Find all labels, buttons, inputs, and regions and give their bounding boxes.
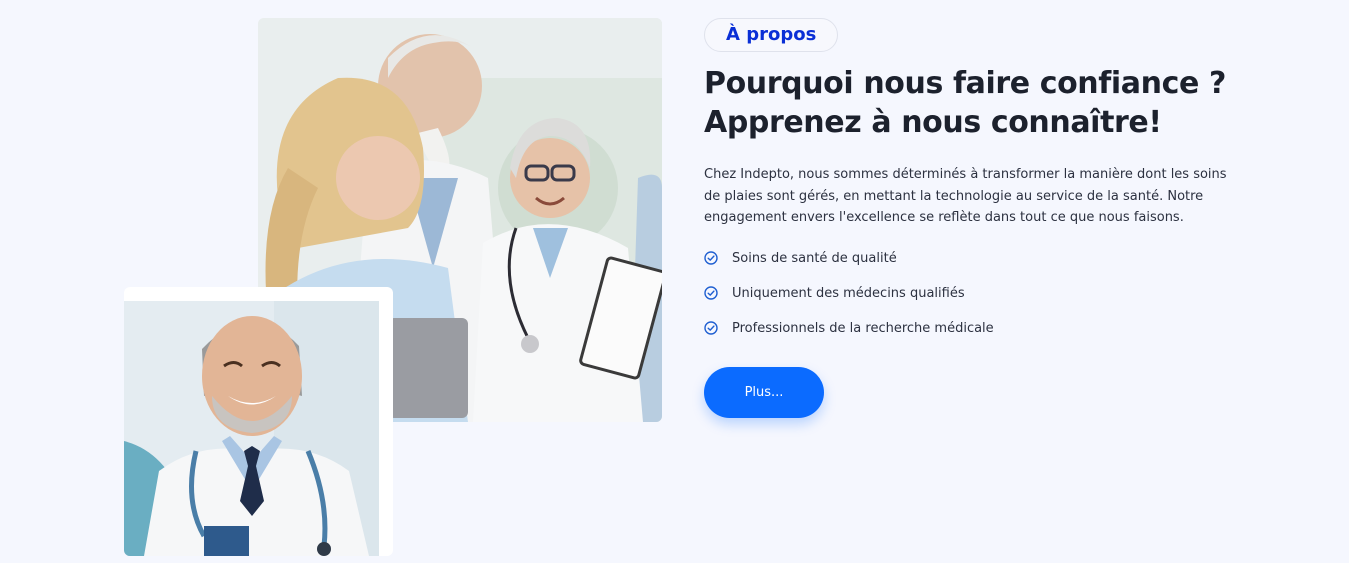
feature-item: Uniquement des médecins qualifiés <box>704 276 1244 311</box>
title-line-2: Apprenez à nous connaître! <box>704 105 1162 140</box>
feature-label: Professionnels de la recherche médicale <box>732 320 994 336</box>
feature-label: Soins de santé de qualité <box>732 250 897 266</box>
feature-item: Professionnels de la recherche médicale <box>704 311 1244 346</box>
section-title: Pourquoi nous faire confiance ? Apprenez… <box>704 64 1244 142</box>
doctor-portrait-frame <box>124 287 393 556</box>
feature-label: Uniquement des médecins qualifiés <box>732 285 965 301</box>
about-section: À propos Pourquoi nous faire confiance ?… <box>0 0 1349 563</box>
feature-item: Soins de santé de qualité <box>704 241 1244 276</box>
section-badge: À propos <box>704 18 839 52</box>
title-line-1: Pourquoi nous faire confiance ? <box>704 66 1226 101</box>
more-button[interactable]: Plus... <box>704 366 824 418</box>
section-description: Chez Indepto, nous sommes déterminés à t… <box>704 167 1227 225</box>
check-circle-icon <box>704 286 718 300</box>
doctor-portrait-photo <box>124 301 379 556</box>
check-circle-icon <box>704 251 718 265</box>
about-content: À propos Pourquoi nous faire confiance ?… <box>704 18 1244 418</box>
feature-list: Soins de santé de qualité Uniquement des… <box>704 241 1244 346</box>
check-circle-icon <box>704 321 718 335</box>
